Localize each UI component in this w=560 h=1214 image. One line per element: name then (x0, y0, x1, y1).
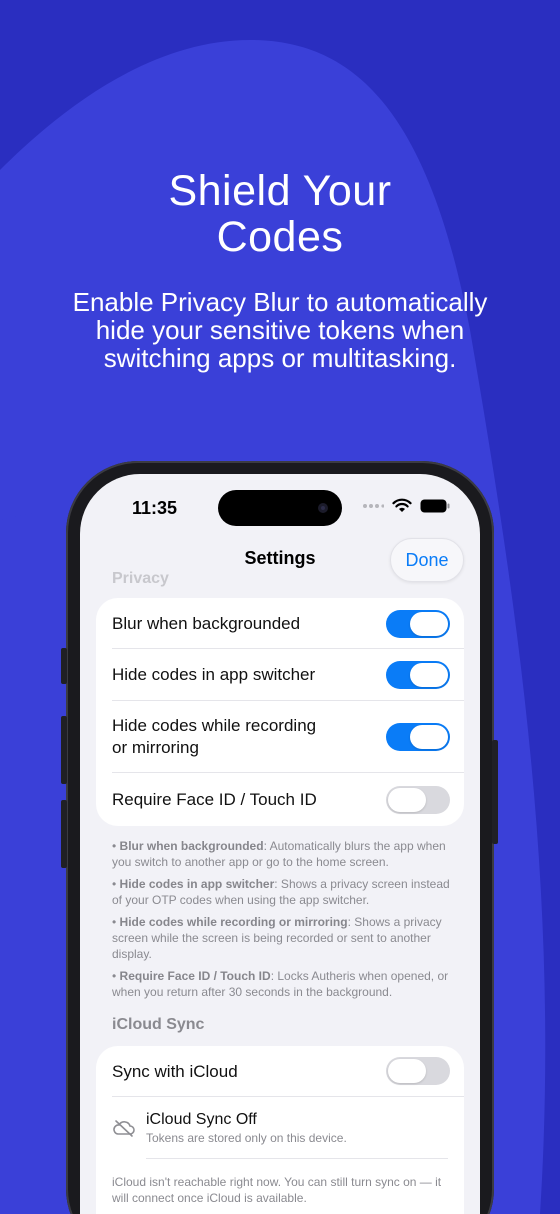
setting-row-hide-app-switcher: Hide codes in app switcher (112, 649, 464, 701)
sync-icloud-toggle[interactable] (386, 1057, 450, 1085)
divider (146, 1158, 448, 1159)
headline-line-1: Shield Your (168, 167, 392, 215)
setting-row-blur-backgrounded: Blur when backgrounded (112, 598, 464, 649)
setting-row-sync-icloud: Sync with iCloud (112, 1046, 464, 1097)
status-icons (362, 498, 450, 513)
note-item: • Blur when backgrounded: Automatically … (112, 839, 446, 869)
setting-row-require-face-id: Require Face ID / Touch ID (112, 773, 464, 826)
subheadline: Enable Privacy Blur to automatically hid… (72, 287, 488, 373)
headline: Shield Your Codes (0, 168, 560, 260)
privacy-settings-card: Blur when backgrounded Hide codes in app… (96, 598, 464, 826)
note-item: • Hide codes in app switcher: Shows a pr… (112, 877, 450, 907)
phone-screen: 11:35 Privacy Settings Done Blur when ba… (80, 474, 480, 1214)
dynamic-island (218, 490, 342, 526)
sync-status-subtitle: Tokens are stored only on this device. (146, 1131, 347, 1145)
setting-label: Blur when backgrounded (112, 614, 301, 633)
section-title-privacy-ghost: Privacy (112, 570, 169, 587)
status-bar: 11:35 (80, 474, 480, 534)
sync-status-title: iCloud Sync Off (146, 1111, 257, 1128)
signal-dots-icon (363, 503, 384, 508)
phone-power-button (492, 740, 498, 844)
wifi-icon (392, 498, 412, 512)
setting-label: Hide codes in app switcher (112, 665, 316, 684)
setting-row-hide-recording: Hide codes while recording or mirroring (112, 701, 464, 773)
require-face-id-toggle[interactable] (386, 786, 450, 814)
phone-action-button (61, 648, 67, 684)
privacy-notes: • Blur when backgrounded: Automatically … (112, 838, 460, 1006)
cloud-slash-icon (113, 1120, 135, 1137)
phone-volume-down-button (61, 800, 67, 868)
hide-recording-toggle[interactable] (386, 723, 450, 751)
setting-label: Sync with iCloud (112, 1062, 238, 1081)
hide-app-switcher-toggle[interactable] (386, 661, 450, 689)
sync-note: iCloud isn't reachable right now. You ca… (112, 1175, 442, 1205)
setting-label: Hide codes while recording or mirroring (112, 716, 317, 757)
battery-icon (420, 499, 450, 512)
camera-icon (318, 503, 328, 513)
section-title-icloud: iCloud Sync (112, 1016, 205, 1033)
status-time: 11:35 (132, 498, 178, 518)
note-item: • Hide codes while recording or mirrorin… (112, 915, 442, 961)
headline-line-2: Codes (216, 213, 344, 261)
nav-bar: Privacy Settings Done (80, 534, 480, 587)
phone-volume-up-button (61, 716, 67, 784)
setting-label: Require Face ID / Touch ID (112, 790, 317, 809)
note-item: • Require Face ID / Touch ID: Locks Auth… (112, 969, 449, 999)
blur-backgrounded-toggle[interactable] (386, 610, 450, 638)
done-button[interactable]: Done (390, 538, 464, 582)
